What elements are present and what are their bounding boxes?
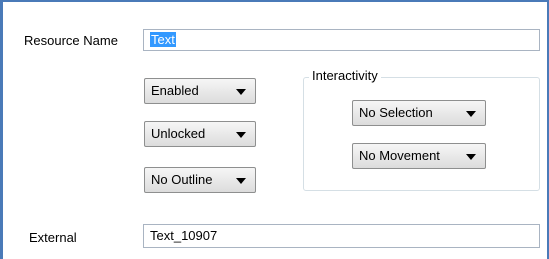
enabled-dropdown-value: Enabled	[151, 83, 199, 98]
lock-dropdown[interactable]: Unlocked	[144, 121, 256, 147]
chevron-down-icon	[466, 154, 476, 160]
outline-dropdown-value: No Outline	[151, 172, 213, 187]
interactivity-group-title: Interactivity	[309, 68, 381, 83]
movement-dropdown-value: No Movement	[359, 148, 440, 163]
selection-dropdown[interactable]: No Selection	[352, 100, 486, 126]
resource-name-value: Text	[150, 32, 176, 47]
enabled-dropdown[interactable]: Enabled	[144, 78, 256, 104]
selection-dropdown-value: No Selection	[359, 105, 433, 120]
window-frame-left	[0, 0, 3, 259]
lock-dropdown-value: Unlocked	[151, 126, 206, 141]
external-value: Text_10907	[150, 228, 218, 243]
window-frame-top	[0, 0, 549, 2]
movement-dropdown[interactable]: No Movement	[352, 143, 486, 169]
chevron-down-icon	[466, 111, 476, 117]
chevron-down-icon	[236, 178, 246, 184]
outline-dropdown[interactable]: No Outline	[144, 167, 256, 193]
resource-name-input[interactable]: Text	[143, 29, 540, 51]
chevron-down-icon	[236, 89, 246, 95]
external-label: External	[29, 230, 77, 245]
interactivity-groupbox	[303, 77, 540, 191]
chevron-down-icon	[236, 132, 246, 138]
external-input[interactable]: Text_10907	[143, 224, 540, 248]
resource-name-label: Resource Name	[24, 33, 118, 48]
